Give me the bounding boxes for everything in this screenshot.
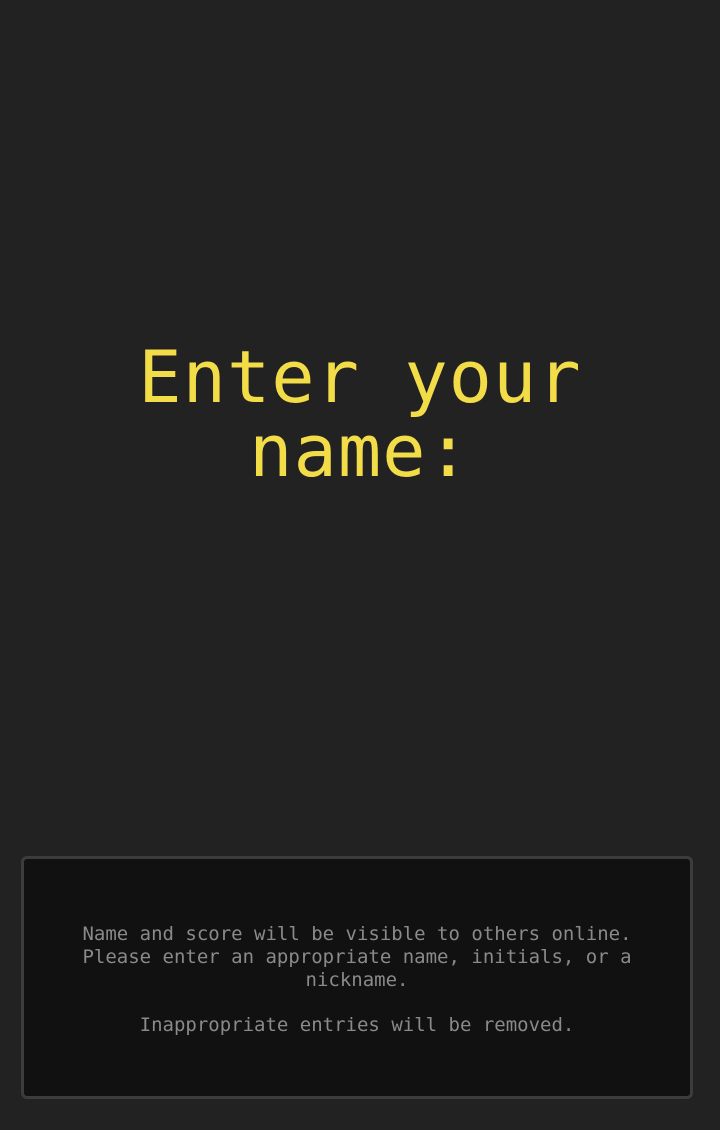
name-entry-prompt: Enter your name:: [0, 340, 720, 488]
visibility-notice-text: Name and score will be visible to others…: [82, 923, 632, 991]
privacy-notice-panel: Name and score will be visible to others…: [21, 856, 693, 1099]
prompt-line-2: name:: [249, 409, 471, 493]
moderation-warning-text: Inappropriate entries will be removed.: [139, 1014, 575, 1036]
prompt-line-1: Enter your: [138, 335, 582, 419]
